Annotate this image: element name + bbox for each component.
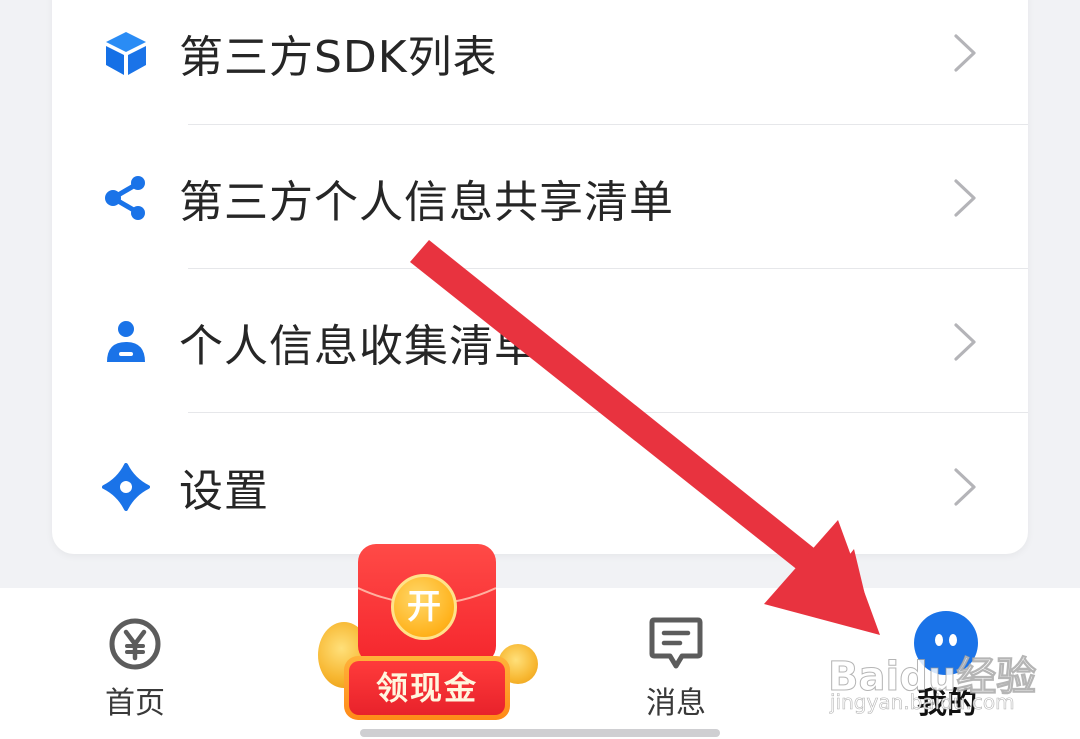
chevron-right-icon	[952, 466, 978, 508]
settings-icon	[102, 462, 150, 511]
screen: 第三方SDK列表 第三方个人信息共享清单 个人信息收集清单 设置 首页 消息 我…	[0, 0, 1080, 739]
nav-label-home: 首页	[105, 686, 165, 721]
promo-banner: 领现金	[344, 656, 510, 720]
menu-item-personal-info-collection-list[interactable]: 个人信息收集清单	[52, 269, 1028, 414]
cube-icon	[102, 29, 150, 77]
nav-tab-mine[interactable]: 我的	[905, 610, 989, 732]
chevron-right-icon	[952, 177, 978, 219]
promo-label: 领现金	[349, 661, 505, 715]
share-icon	[102, 174, 150, 222]
chevron-right-icon	[952, 32, 978, 74]
menu-item-label: 个人信息收集清单	[179, 320, 539, 372]
yuan-circle-icon	[107, 616, 163, 672]
menu-item-settings[interactable]: 设置	[52, 414, 1028, 559]
menu-item-label: 第三方SDK列表	[179, 31, 498, 83]
nav-tab-home[interactable]: 首页	[95, 614, 175, 732]
menu-item-label: 第三方个人信息共享清单	[179, 176, 674, 228]
nav-label-mine: 我的	[917, 686, 977, 721]
menu-item-third-party-sdk-list[interactable]: 第三方SDK列表	[52, 0, 1028, 125]
person-icon	[102, 318, 150, 366]
avatar-icon	[913, 610, 979, 676]
home-indicator	[360, 729, 720, 737]
nav-tab-messages[interactable]: 消息	[634, 614, 714, 732]
menu-item-third-party-info-sharing-list[interactable]: 第三方个人信息共享清单	[52, 125, 1028, 270]
cash-promo-button[interactable]: 开 领现金	[312, 544, 542, 724]
divider	[188, 412, 1028, 413]
open-badge: 开	[391, 574, 457, 640]
menu-item-label: 设置	[179, 465, 269, 517]
nav-label-messages: 消息	[646, 686, 706, 721]
message-bubble-icon	[648, 616, 704, 674]
chevron-right-icon	[952, 321, 978, 363]
